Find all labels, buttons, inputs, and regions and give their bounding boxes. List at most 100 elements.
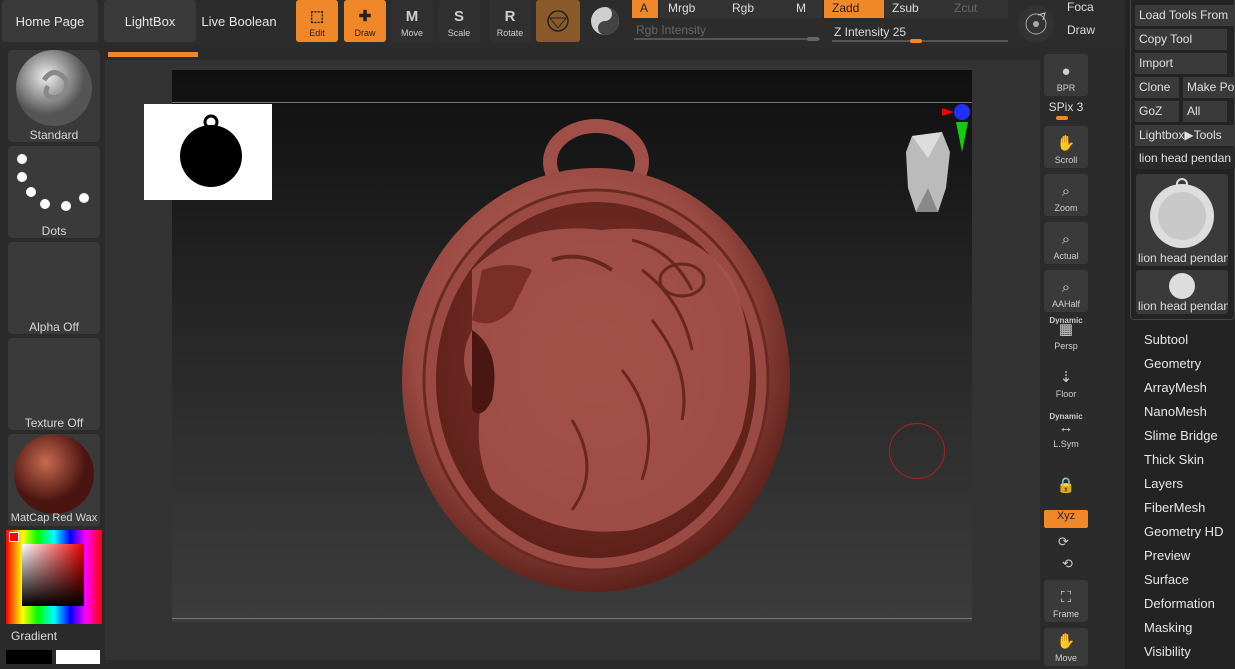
goz-button[interactable]: GoZ xyxy=(1135,101,1179,122)
load-tools-button[interactable]: Load Tools From xyxy=(1135,5,1235,26)
secondary-color-swatch[interactable] xyxy=(56,650,100,664)
zoom-button[interactable]: ⌕ Zoom xyxy=(1044,174,1088,216)
rotate-y-icon[interactable]: ⟳ xyxy=(1058,534,1069,550)
copy-tool-button[interactable]: Copy Tool xyxy=(1135,29,1227,50)
make-polymesh-button[interactable]: Make Po xyxy=(1183,77,1235,98)
scroll-button[interactable]: ✋ Scroll xyxy=(1044,126,1088,168)
floor-button[interactable]: ⇣ Floor xyxy=(1044,369,1088,402)
z-intensity-label: Z Intensity 25 xyxy=(834,25,907,39)
spotlight-icon xyxy=(591,7,619,35)
draw-mode-button[interactable]: ✚ Draw xyxy=(344,0,386,42)
menu-nanomesh[interactable]: NanoMesh xyxy=(1144,404,1207,419)
pendant-silhouette-icon xyxy=(180,114,242,187)
spix-slider-knob[interactable] xyxy=(1056,116,1068,120)
rgb-intensity-slider[interactable] xyxy=(634,38,820,40)
polyframe-lock-button[interactable]: 🔒 xyxy=(1044,464,1088,500)
move-view-button[interactable]: ✋ Move xyxy=(1044,628,1088,666)
menu-geometry[interactable]: Geometry xyxy=(1144,356,1201,371)
progress-bar xyxy=(108,52,198,57)
persp-label: Persp xyxy=(1054,341,1078,351)
persp-button[interactable]: ▦ Persp xyxy=(1044,321,1088,354)
lazy-mouse-button[interactable] xyxy=(1018,6,1054,42)
zcut-button[interactable]: Zcut xyxy=(946,0,1008,18)
pendant-thumbnail-icon xyxy=(1150,178,1214,248)
menu-subtool[interactable]: Subtool xyxy=(1144,332,1188,347)
lightbox-tools-button[interactable]: Lightbox▶Tools xyxy=(1135,125,1235,146)
red-wax-sphere-icon xyxy=(14,434,94,514)
actual-button[interactable]: ⌕ Actual xyxy=(1044,222,1088,264)
menu-surface[interactable]: Surface xyxy=(1144,572,1189,587)
menu-thick-skin[interactable]: Thick Skin xyxy=(1144,452,1204,467)
rotate-label: Rotate xyxy=(496,28,524,38)
spotlight-button[interactable] xyxy=(586,2,624,40)
brush-cursor xyxy=(889,423,945,479)
symmetry-icon: ↔ xyxy=(1058,419,1074,436)
focal-shift-label: Foca xyxy=(1067,0,1094,14)
menu-geometry-hd[interactable]: Geometry HD xyxy=(1144,524,1223,539)
brush-label: Standard xyxy=(29,128,79,142)
menu-arraymesh[interactable]: ArrayMesh xyxy=(1144,380,1207,395)
menu-preview[interactable]: Preview xyxy=(1144,548,1190,563)
lsym-label: L.Sym xyxy=(1053,439,1079,449)
standard-brush-icon xyxy=(16,50,92,126)
menu-layers[interactable]: Layers xyxy=(1144,476,1183,491)
lion-head-pendant-model xyxy=(402,119,790,592)
rgb-intensity-label: Rgb Intensity xyxy=(636,23,707,37)
rotate-z-icon[interactable]: ⟲ xyxy=(1062,556,1073,572)
rotate-mode-button[interactable]: R Rotate xyxy=(489,0,531,42)
color-field[interactable] xyxy=(22,544,84,606)
hand-icon: ✋ xyxy=(1056,135,1076,152)
clone-button[interactable]: Clone xyxy=(1135,77,1179,98)
home-page-button[interactable]: Home Page xyxy=(2,0,98,42)
scale-icon: S xyxy=(453,8,464,25)
xyz-button[interactable]: Xyz xyxy=(1044,510,1088,528)
alpha-label: Alpha Off xyxy=(29,320,79,334)
color-picker[interactable] xyxy=(6,530,102,624)
aahalf-button[interactable]: ⌕ AAHalf xyxy=(1044,270,1088,312)
zadd-button[interactable]: Zadd xyxy=(824,0,884,18)
sketch-material-button[interactable] xyxy=(536,0,580,42)
draw-label: Draw xyxy=(354,28,376,38)
stroke-label: Dots xyxy=(41,224,67,238)
actual-icon: ⌕ xyxy=(1061,231,1071,248)
texture-label: Texture Off xyxy=(24,416,84,430)
move-mode-button[interactable]: M Move xyxy=(391,0,433,42)
alpha-preview xyxy=(144,104,272,200)
main-color-swatch[interactable] xyxy=(6,650,52,664)
menu-masking[interactable]: Masking xyxy=(1144,620,1192,635)
primary-color-chip[interactable] xyxy=(9,532,19,542)
tool-thumbnail-secondary[interactable]: lion head pendan xyxy=(1136,270,1228,314)
import-button[interactable]: Import xyxy=(1135,53,1227,74)
frame-button[interactable]: ⛶ Frame xyxy=(1044,580,1088,622)
gradient-label: Gradient xyxy=(11,629,58,643)
a-mode-button[interactable]: A xyxy=(632,0,658,18)
floor-icon: ⇣ xyxy=(1059,369,1073,386)
menu-fibermesh[interactable]: FiberMesh xyxy=(1144,500,1205,515)
rotate-icon: R xyxy=(504,8,516,25)
bpr-button[interactable]: ● BPR xyxy=(1044,54,1088,96)
current-tool-label[interactable]: lion head pendan xyxy=(1135,148,1235,169)
frame-label: Frame xyxy=(1052,609,1079,619)
m-button[interactable]: M xyxy=(788,0,822,18)
menu-deformation[interactable]: Deformation xyxy=(1144,596,1215,611)
actual-label: Actual xyxy=(1053,251,1079,261)
lightbox-button[interactable]: LightBox xyxy=(104,0,196,42)
axis-gizmo-icon[interactable] xyxy=(942,98,976,162)
live-boolean-button[interactable]: Live Boolean xyxy=(199,0,279,42)
edit-mode-button[interactable]: ⬚ Edit xyxy=(296,0,338,42)
left-shelf: Standard Dots Alpha Off Texture Off MatC… xyxy=(0,46,105,669)
canvas[interactable] xyxy=(144,70,972,622)
rgb-button[interactable]: Rgb xyxy=(724,0,788,18)
grid-icon: ▦ xyxy=(1058,321,1074,338)
lsym-button[interactable]: ↔ L.Sym xyxy=(1044,419,1088,452)
tool-thumbnail-main[interactable]: lion head pendan xyxy=(1136,174,1228,266)
target-icon xyxy=(1025,12,1047,35)
z-intensity-knob[interactable] xyxy=(910,39,922,43)
all-button[interactable]: All xyxy=(1183,101,1227,122)
mrgb-button[interactable]: Mrgb xyxy=(660,0,724,18)
zsub-button[interactable]: Zsub xyxy=(884,0,946,18)
menu-visibility[interactable]: Visibility xyxy=(1144,644,1191,659)
menu-slime-bridge[interactable]: Slime Bridge xyxy=(1144,428,1218,443)
scale-mode-button[interactable]: S Scale xyxy=(438,0,480,42)
rgb-intensity-knob[interactable] xyxy=(807,37,819,41)
